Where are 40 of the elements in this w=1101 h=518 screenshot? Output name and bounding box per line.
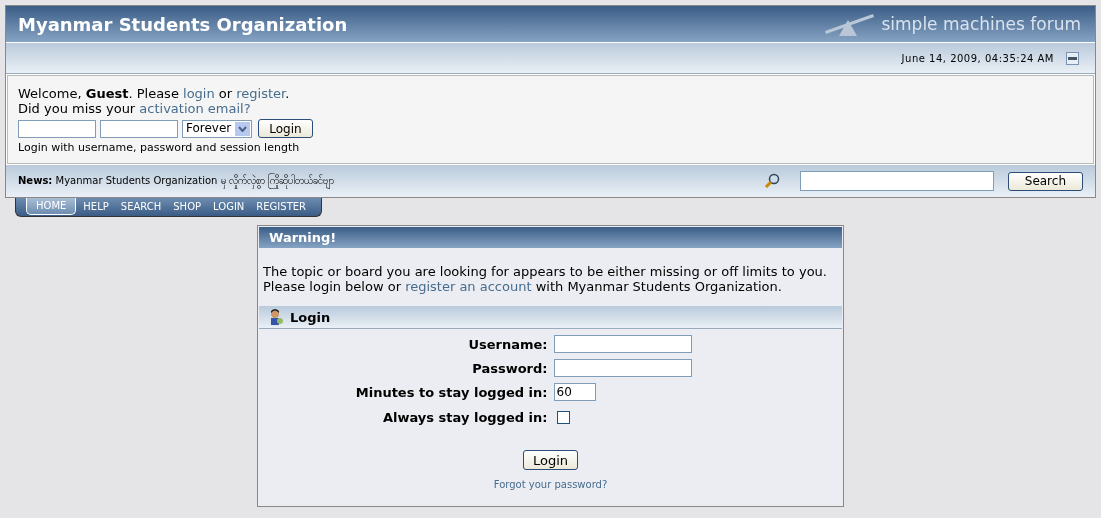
menu-tab[interactable]: LOGIN: [208, 198, 250, 214]
minutes-field[interactable]: 60: [553, 383, 596, 401]
menu-tab[interactable]: SHOP: [168, 198, 207, 214]
caret-icon: [238, 125, 248, 132]
checkbox[interactable]: [556, 411, 570, 424]
warning-title: Warning!: [259, 227, 842, 248]
forgot-password-link[interactable]: Forgot your password?: [493, 479, 608, 490]
login-hint: Login with username, password and session length: [18, 140, 301, 155]
link[interactable]: register an account: [405, 279, 532, 294]
seesaw-icon: [825, 12, 876, 36]
welcome-text: Welcome, Guest. Please login or register.: [18, 86, 291, 101]
password-field[interactable]: [100, 119, 178, 138]
menu-tab[interactable]: REGISTER: [251, 198, 311, 214]
search-button[interactable]: Search: [1007, 171, 1083, 191]
activation-text: Did you miss your activation email?: [18, 101, 252, 116]
link[interactable]: register: [236, 86, 286, 101]
field-label: Always stay logged in:: [381, 410, 548, 425]
field-label: Minutes to stay logged in:: [354, 384, 548, 400]
login-title: Login: [290, 309, 331, 325]
link[interactable]: activation email?: [139, 101, 251, 116]
session-select[interactable]: Forever: [182, 119, 253, 138]
search-icon: [763, 173, 780, 189]
text-field[interactable]: [553, 335, 692, 353]
date-time: June 14, 2009, 04:35:24 AM: [901, 52, 1054, 64]
warning-message: The topic or board you are looking for appears to be either missing or off limits to you. Please login below or register an account with Myanmar Students Organization.: [262, 263, 828, 296]
logo-text: simple machines forum: [881, 14, 1081, 34]
menu-tab[interactable]: HELP: [78, 198, 114, 214]
news-text: News: Myanmar Students Organization မှ လှိုက်လှဲစွာ ကြိုဆိုပါတယ်ခင်ဗျာ: [18, 173, 758, 189]
username-field[interactable]: [18, 119, 96, 138]
login-submit-button[interactable]: Login: [522, 450, 579, 470]
search-field[interactable]: [799, 171, 994, 191]
field-label: Password:: [471, 360, 548, 376]
user-icon: [268, 309, 284, 325]
field-label: Username:: [467, 336, 548, 352]
forum-title: Myanmar Students Organization: [18, 13, 348, 35]
link[interactable]: login: [183, 86, 215, 101]
menu-tab[interactable]: SEARCH: [115, 198, 167, 214]
collapse-icon[interactable]: [1066, 51, 1079, 65]
login-button[interactable]: Login: [258, 119, 313, 138]
text-field[interactable]: [553, 359, 692, 377]
